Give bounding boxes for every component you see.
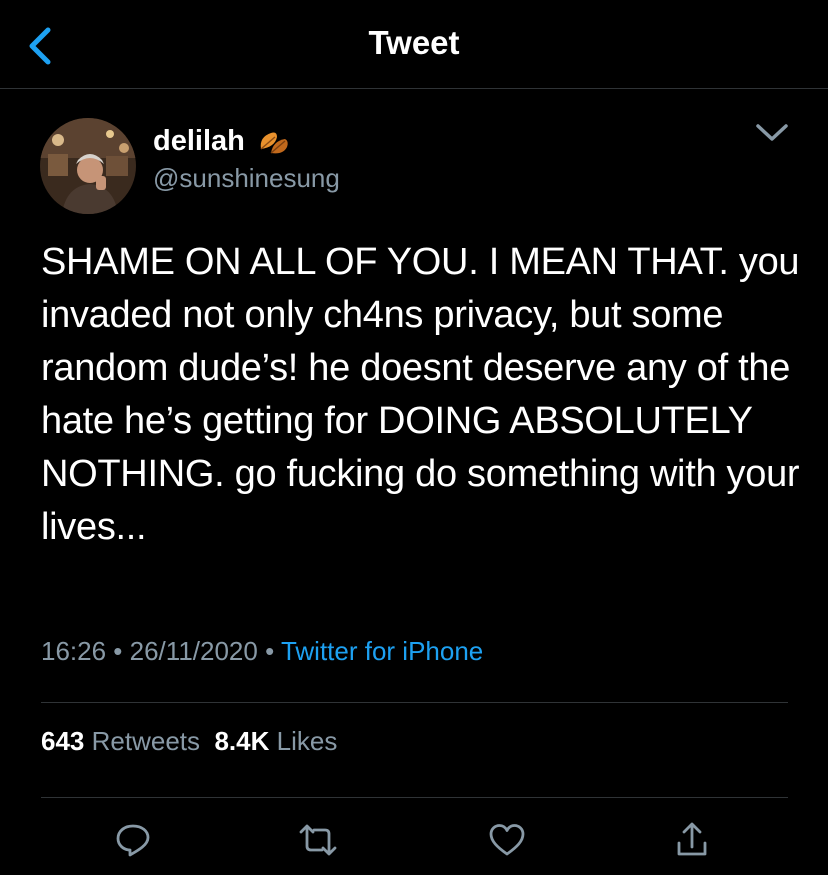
- meta-separator: •: [257, 636, 281, 666]
- chevron-down-icon[interactable]: [752, 120, 792, 146]
- retweets-stat[interactable]: 643 Retweets: [41, 726, 200, 756]
- tweet-source-link[interactable]: Twitter for iPhone: [281, 636, 483, 666]
- share-icon: [677, 822, 707, 856]
- meta-separator: •: [106, 636, 130, 666]
- author-handle[interactable]: @sunshinesung: [153, 163, 340, 194]
- reply-button[interactable]: [111, 818, 155, 862]
- likes-stat[interactable]: 8.4K Likes: [214, 726, 337, 756]
- author-name: delilah: [153, 124, 245, 157]
- like-button[interactable]: [485, 818, 529, 862]
- retweet-button[interactable]: [296, 818, 340, 862]
- tweet-stats: 643 Retweets 8.4K Likes: [41, 726, 337, 757]
- likes-count: 8.4K: [214, 726, 270, 756]
- heart-icon: [489, 824, 525, 856]
- page-title: Tweet: [368, 24, 460, 61]
- likes-label: Likes: [276, 726, 338, 756]
- tweet-time: 16:26: [41, 636, 107, 666]
- author-name-row[interactable]: delilah: [153, 121, 291, 161]
- tweet-text: SHAME ON ALL OF YOU. I MEAN THAT. you in…: [41, 241, 810, 548]
- reply-icon: [116, 824, 150, 857]
- retweet-icon: [299, 824, 337, 856]
- leaf-emoji-icon: [260, 132, 288, 154]
- retweets-count: 643: [41, 726, 85, 756]
- tweet-date: 26/11/2020: [129, 636, 258, 666]
- avatar[interactable]: [40, 118, 136, 214]
- top-bar: Tweet: [0, 0, 828, 89]
- tweet-meta: 16:26 • 26/11/2020 • Twitter for iPhone: [41, 636, 483, 667]
- divider: [41, 797, 788, 798]
- divider: [41, 702, 788, 703]
- retweets-label: Retweets: [91, 726, 201, 756]
- share-button[interactable]: [670, 818, 714, 862]
